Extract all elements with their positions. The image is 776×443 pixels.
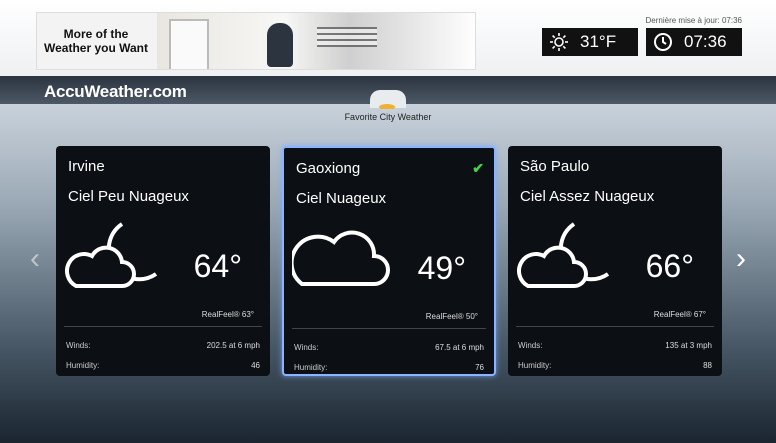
winds-label: Winds: [294, 343, 319, 352]
advertisement-banner[interactable]: More of the Weather you Want [36, 12, 476, 70]
winds-value: 202.5 at 6 mph [206, 341, 260, 350]
winds-label: Winds: [518, 341, 543, 350]
humidity-value: 76 [475, 363, 484, 372]
temperature: 49° [417, 250, 466, 286]
divider [64, 326, 262, 327]
cloud-icon [289, 218, 392, 298]
humidity-label: Humidity: [66, 361, 100, 370]
condition-text: Ciel Assez Nuageux [520, 188, 655, 205]
city-name: Gaoxiong [296, 160, 361, 177]
previous-arrow[interactable]: ‹ [26, 244, 44, 274]
ad-line-2: Weather you Want [43, 41, 148, 55]
city-card-gaoxiong[interactable]: Gaoxiong ✔ Ciel Nuageux 49° RealFeel® 50… [282, 146, 496, 376]
accuweather-logo: AccuWeather.com [44, 82, 187, 101]
ad-door [169, 19, 209, 69]
realfeel: RealFeel® 63° [201, 310, 254, 319]
ad-figure [267, 23, 293, 67]
winds-value: 135 at 3 mph [665, 341, 712, 350]
sun-icon [548, 31, 570, 53]
temperature: 66° [645, 248, 694, 284]
winds-value: 67.5 at 6 mph [435, 343, 484, 352]
divider [292, 328, 486, 329]
humidity-label: Humidity: [518, 361, 552, 370]
humidity-value: 88 [703, 361, 712, 370]
realfeel: RealFeel® 67° [653, 310, 706, 319]
ad-photo [157, 13, 475, 69]
section-title: Favorite City Weather [344, 112, 432, 122]
winds-label: Winds: [66, 341, 91, 350]
cloud-sun-icon [378, 96, 396, 110]
last-updated: Dernière mise à jour: 07:36 [645, 16, 743, 25]
divider [516, 326, 714, 327]
realfeel: RealFeel® 50° [425, 312, 478, 321]
condition-text: Ciel Nuageux [296, 190, 387, 207]
next-arrow[interactable]: › [732, 244, 750, 274]
humidity-label: Humidity: [294, 363, 328, 372]
top-bar: More of the Weather you Want Dernière mi… [0, 0, 776, 76]
city-card-sao-paulo[interactable]: São Paulo Ciel Assez Nuageux 66° RealFee… [508, 146, 722, 376]
clock-icon [652, 31, 674, 53]
current-temperature: 31°F [580, 32, 617, 51]
moon-cloud-icon [516, 216, 616, 296]
humidity-value: 46 [251, 361, 260, 370]
ad-line-1: More of the [63, 27, 129, 41]
condition-text: Ciel Peu Nuageux [68, 188, 189, 205]
moon-cloud-icon [64, 216, 164, 296]
city-card-irvine[interactable]: Irvine Ciel Peu Nuageux 64° RealFeel® 63… [56, 146, 270, 376]
check-icon: ✔ [472, 160, 484, 176]
temperature: 64° [193, 248, 242, 284]
current-time: 07:36 [684, 32, 727, 51]
ad-text: More of the Weather you Want [43, 27, 149, 55]
ad-blinds [317, 27, 377, 47]
city-name: Irvine [68, 158, 105, 175]
current-time-box: 07:36 [646, 28, 742, 56]
city-name: São Paulo [520, 158, 590, 175]
screen: More of the Weather you Want Dernière mi… [0, 0, 776, 443]
current-temperature-box: 31°F [542, 28, 638, 56]
